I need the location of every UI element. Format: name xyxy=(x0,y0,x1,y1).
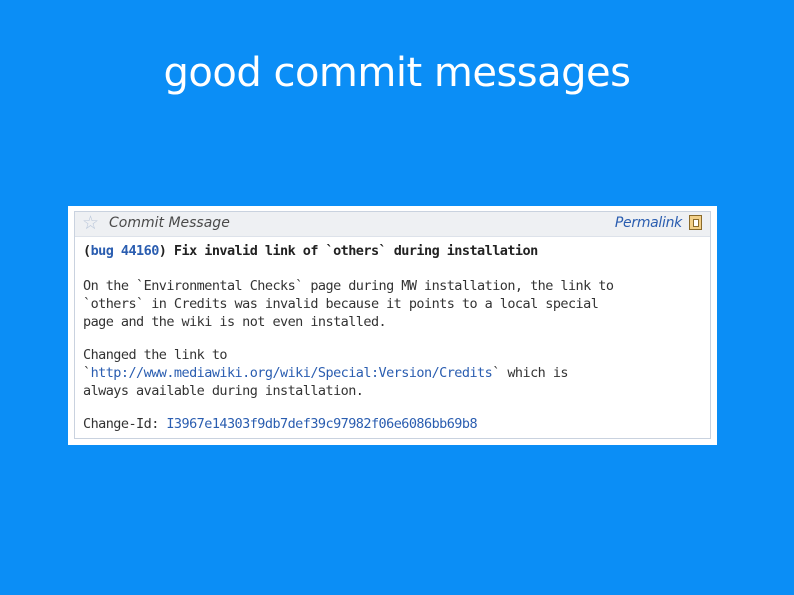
changed-link-suffix: ` which is xyxy=(492,365,568,381)
bug-link[interactable]: bug 44160 xyxy=(91,243,160,259)
commit-message-panel: ☆ Commit Message Permalink (bug 44160) F… xyxy=(74,211,711,439)
permalink-link[interactable]: Permalink xyxy=(615,215,682,232)
change-id-link[interactable]: I3967e14303f9db7def39c97982f06e6086bb69b… xyxy=(166,416,477,432)
star-icon[interactable]: ☆ xyxy=(82,213,99,233)
slide-title: good commit messages xyxy=(163,50,631,96)
commit-description: On the `Environmental Checks` page durin… xyxy=(83,277,704,331)
panel-header: ☆ Commit Message Permalink xyxy=(75,212,710,237)
changed-link-prefix: ` xyxy=(83,365,91,381)
changed-line: Changed the link to xyxy=(83,347,228,363)
change-id-line: Change-Id: I3967e14303f9db7def39c97982f0… xyxy=(83,415,704,433)
subject-text: ) Fix invalid link of `others` during in… xyxy=(158,243,538,259)
commit-message-screenshot: ☆ Commit Message Permalink (bug 44160) F… xyxy=(68,206,717,445)
subject-open-paren: ( xyxy=(83,243,91,259)
copy-permalink-icon[interactable] xyxy=(689,215,702,230)
body-line: page and the wiki is not even installed. xyxy=(83,314,387,330)
changed-line: always available during installation. xyxy=(83,383,364,399)
body-line: On the `Environmental Checks` page durin… xyxy=(83,278,614,294)
changed-link-paragraph: Changed the link to `http://www.mediawik… xyxy=(83,346,704,400)
body-line: `others` in Credits was invalid because … xyxy=(83,296,599,312)
commit-subject: (bug 44160) Fix invalid link of `others`… xyxy=(83,242,704,260)
change-id-label: Change-Id: xyxy=(83,416,167,432)
credits-url-link[interactable]: http://www.mediawiki.org/wiki/Special:Ve… xyxy=(91,365,493,381)
commit-message-body: (bug 44160) Fix invalid link of `others`… xyxy=(83,242,704,433)
panel-title: Commit Message xyxy=(109,215,230,231)
